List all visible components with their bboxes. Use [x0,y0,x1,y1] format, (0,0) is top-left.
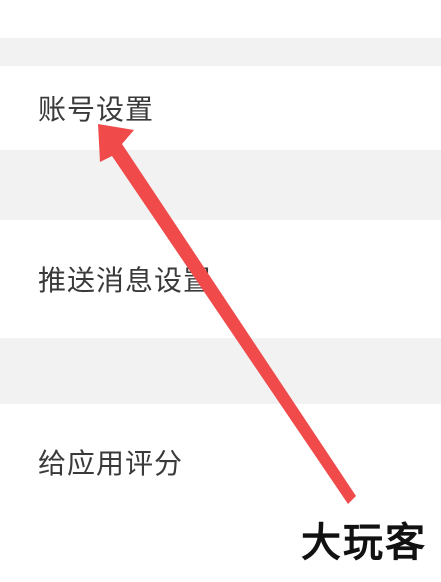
section-gap [0,338,441,404]
top-row-partial [0,0,441,38]
section-gap [0,38,441,66]
section-gap [0,150,441,220]
settings-screen: 账号设置 推送消息设置 给应用评分 大玩客 [0,0,441,582]
settings-item-label: 给应用评分 [38,447,184,480]
settings-item-label: 账号设置 [38,93,155,126]
settings-item-label: 推送消息设置 [38,264,213,297]
settings-item-rate-app[interactable]: 给应用评分 [0,404,441,520]
settings-item-account[interactable]: 账号设置 [0,66,441,150]
settings-item-push-notifications[interactable]: 推送消息设置 [0,220,441,338]
watermark-logo: 大玩客 [301,520,427,566]
